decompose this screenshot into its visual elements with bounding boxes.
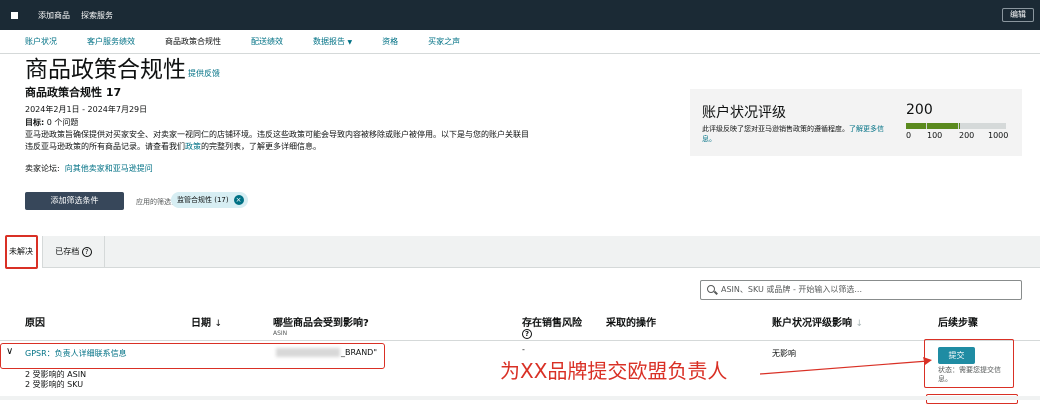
card-title: 账户状况评级 (702, 105, 786, 121)
col-risk: 存在销售风险? (522, 314, 582, 340)
score-bar (906, 123, 1006, 129)
sort-down-icon: ↓ (214, 319, 223, 329)
score-bar-segment (959, 123, 960, 129)
blurred-asin (276, 348, 340, 357)
annotation-box-submit (924, 339, 1014, 388)
policy-link[interactable]: 政策 (185, 142, 201, 151)
col-date-label: 日期 (191, 318, 211, 329)
chevron-down-icon: ▼ (347, 39, 353, 46)
account-health-card: 账户状况评级 此评级反映了您对亚马逊销售政策的遵循程度。了解更多信息。 200 … (690, 89, 1022, 156)
col-affected-label: 哪些商品会受到影响? (273, 318, 369, 329)
nav-data-reports-label: 数据报告 (313, 37, 345, 46)
col-affected-sub: ASIN (273, 330, 288, 337)
score-bar-segment (906, 123, 926, 129)
col-impact-label: 账户状况评级影响 (772, 318, 852, 329)
card-description: 此评级反映了您对亚马逊销售政策的遵循程度。了解更多信息。 (702, 124, 892, 144)
help-icon[interactable]: ? (81, 246, 92, 257)
title-row: 商品政策合规性 提供反馈 (25, 57, 220, 83)
menu-icon[interactable] (11, 11, 18, 19)
scale-tick: 0 (906, 131, 912, 140)
add-product-link[interactable]: 添加商品 (38, 10, 70, 21)
health-score: 200 (906, 102, 933, 118)
help-icon[interactable]: ? (522, 329, 532, 339)
explore-services-link[interactable]: 探索服务 (81, 10, 113, 21)
goal-label: 目标: (25, 118, 45, 127)
col-affected: 哪些商品会受到影响? ASIN (273, 314, 369, 337)
forum-label: 卖家论坛: (25, 164, 60, 173)
tab-saved-label: 已存档 (55, 247, 80, 256)
annotation-arrow (760, 357, 932, 375)
scale-tick: 200 (959, 131, 975, 140)
goal-value: 0 个问题 (46, 118, 79, 127)
search-placeholder: ASIN、SKU 或品牌 - 开始输入以筛选... (721, 285, 863, 294)
affected-counts: 2 受影响的 ASIN 2 受影响的 SKU (25, 370, 86, 390)
nav-customer-service[interactable]: 客户服务绩效 (87, 36, 135, 47)
card-desc-text: 此评级反映了您对亚马逊销售政策的遵循程度。 (702, 125, 849, 133)
page-subtitle: 商品政策合规性 17 (25, 86, 122, 99)
tab-saved[interactable]: 已存档 ? (42, 236, 105, 268)
score-bar-segment (927, 123, 958, 129)
nav-account-health[interactable]: 账户状况 (25, 36, 57, 47)
seller-forum: 卖家论坛: 向其他卖家和亚马逊提问 (25, 163, 153, 174)
add-filter-button[interactable]: 添加筛选条件 (25, 192, 124, 210)
affected-asin: 2 受影响的 ASIN (25, 370, 87, 379)
scale-tick: 100 (927, 131, 943, 140)
edit-button[interactable]: 编辑 (1002, 8, 1034, 22)
forum-link[interactable]: 向其他卖家和亚马逊提问 (65, 164, 153, 173)
row-divider (0, 340, 1040, 341)
close-icon[interactable]: × (233, 195, 244, 205)
policy-description: 亚马逊政策旨确保提供对买家安全、对卖家一视同仁的店铺环境。违反这些政策可能会导致… (25, 129, 535, 153)
affected-sku: 2 受影响的 SKU (25, 380, 84, 389)
top-bar: 添加商品 探索服务 编辑 (0, 0, 1040, 30)
performance-nav: 账户状况 客户服务绩效 商品政策合规性 配送绩效 数据报告 ▼ 资格 买家之声 (0, 30, 1040, 54)
filter-chip: 监管合规性 (17) × (171, 192, 248, 208)
annotation-box-tab (5, 235, 38, 269)
filter-chip-label: 监管合规性 (17) (177, 196, 229, 204)
desc-part2: 的完整列表，了解更多详细信息。 (201, 142, 321, 151)
annotation-text: 为XX品牌提交欧盟负责人 (500, 359, 728, 383)
row-asin: _BRAND" (341, 348, 378, 357)
col-impact[interactable]: 账户状况评级影响 ↓ (772, 314, 863, 329)
goal: 目标: 0 个问题 (25, 117, 78, 128)
feedback-link[interactable]: 提供反馈 (188, 68, 220, 79)
col-reason: 原因 (25, 318, 45, 329)
nav-voice-of-customer[interactable]: 买家之声 (428, 36, 460, 47)
nav-shipping-performance[interactable]: 配送绩效 (251, 36, 283, 47)
col-date[interactable]: 日期 ↓ (191, 314, 222, 329)
scale-tick: 1000 (988, 131, 1009, 140)
col-action: 采取的操作 (606, 318, 656, 329)
nav-product-policy[interactable]: 商品政策合规性 (165, 36, 221, 47)
col-risk-label: 存在销售风险 (522, 318, 582, 329)
nav-eligibility[interactable]: 资格 (382, 36, 398, 47)
search-icon (707, 285, 715, 293)
next-row-edge (0, 396, 1040, 400)
sort-down-icon: ↓ (855, 319, 864, 329)
nav-data-reports[interactable]: 数据报告 ▼ (313, 36, 352, 47)
date-range: 2024年2月1日 - 2024年7月29日 (25, 105, 148, 114)
page-title: 商品政策合规性 (25, 57, 186, 83)
tab-bar: 未解决 已存档 ? (0, 236, 1040, 268)
row-risk: - (522, 345, 525, 354)
col-next-steps: 后续步骤 (938, 318, 978, 329)
search-input[interactable]: ASIN、SKU 或品牌 - 开始输入以筛选... (700, 280, 1022, 300)
